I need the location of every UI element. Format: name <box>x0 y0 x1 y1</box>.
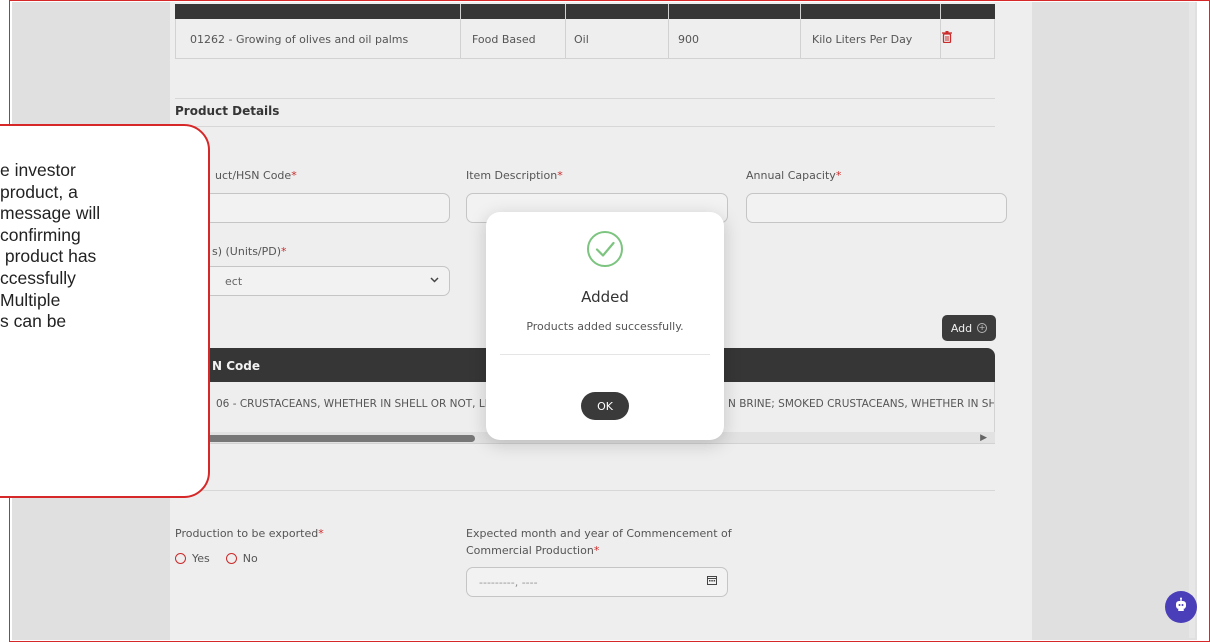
annotation-callout: e investor product, a message will confi… <box>0 124 210 498</box>
check-circle-icon <box>585 229 625 269</box>
callout-line: Multiple <box>0 289 61 310</box>
callout-line: e investor <box>0 160 76 180</box>
success-modal: Added Products added successfully. OK <box>486 212 724 440</box>
callout-line: product, a <box>0 181 78 202</box>
callout-line: s can be <box>0 311 67 332</box>
chatbot-icon <box>1173 597 1189 617</box>
modal-divider <box>500 354 710 355</box>
modal-title: Added <box>581 288 629 306</box>
modal-message: Products added successfully. <box>526 320 684 333</box>
callout-line: message will <box>0 203 101 224</box>
chat-assistant-button[interactable] <box>1165 591 1197 623</box>
ok-button[interactable]: OK <box>581 392 629 420</box>
callout-line: ccessfully <box>0 267 76 288</box>
callout-line: product has <box>0 246 97 267</box>
callout-line: confirming <box>0 224 81 245</box>
